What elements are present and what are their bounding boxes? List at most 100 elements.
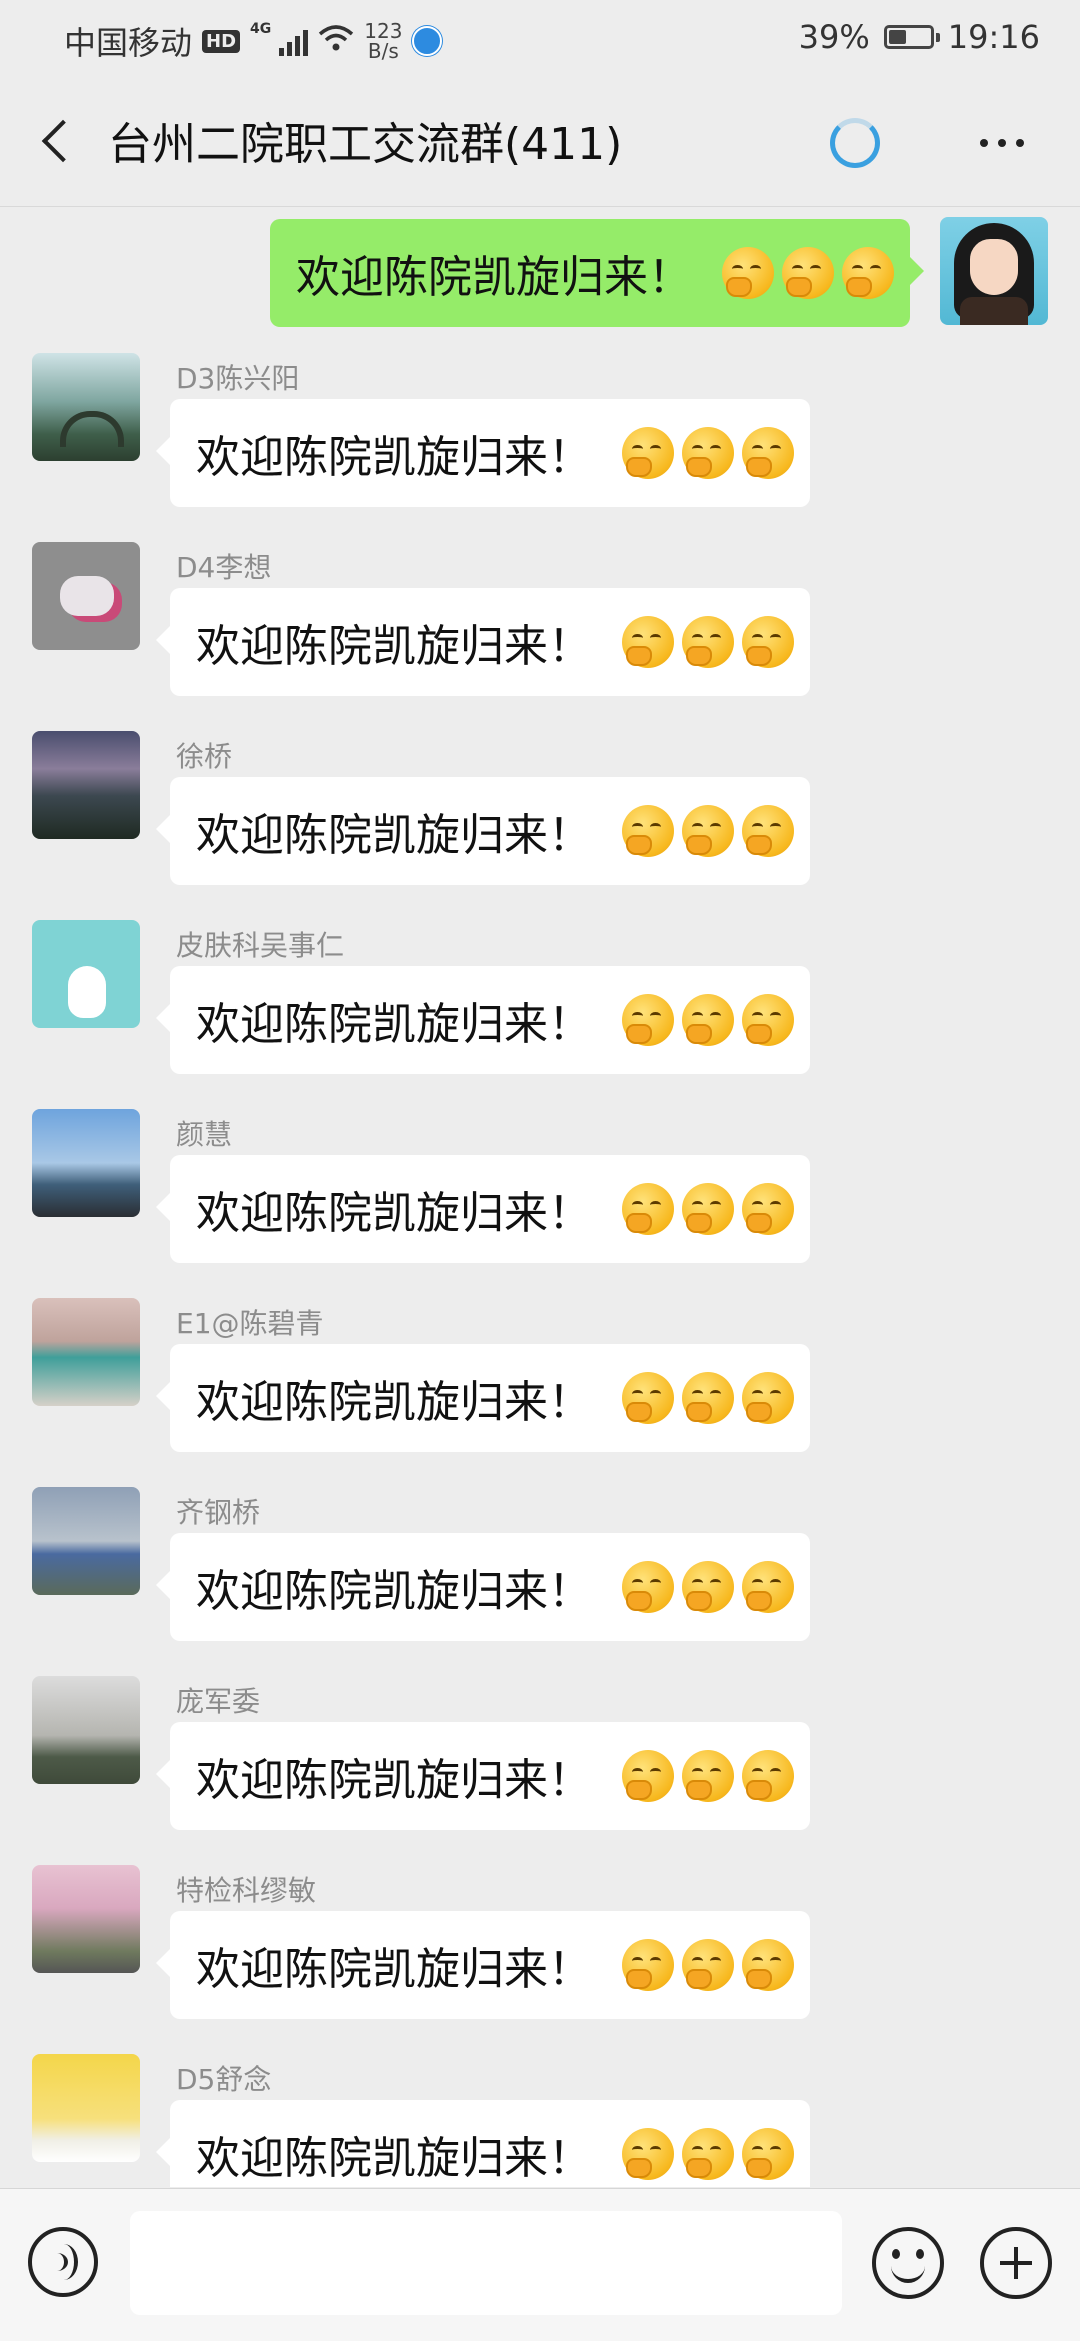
sender-name: 特检科缪敏 (176, 1874, 317, 1907)
sender-name: D5舒念 (176, 2063, 272, 2096)
incoming-message-bubble[interactable]: 欢迎陈院凯旋归来！ (156, 777, 810, 885)
sender-avatar[interactable] (32, 2054, 140, 2162)
incoming-message-bubble[interactable]: 欢迎陈院凯旋归来！ (156, 2100, 810, 2187)
battery-fill (888, 30, 906, 44)
sender-avatar[interactable] (32, 1487, 140, 1595)
message-text: 欢迎陈院凯旋归来！ (196, 1755, 592, 1806)
yawning-face-emoji-icon (682, 805, 734, 857)
sender-name: 齐钢桥 (176, 1496, 261, 1529)
emoji-group (622, 1939, 794, 1991)
message-text: 欢迎陈院凯旋归来！ (196, 621, 592, 672)
sender-avatar[interactable] (32, 1865, 140, 1973)
sender-name: 皮肤科吴事仁 (176, 929, 345, 962)
message-text: 欢迎陈院凯旋归来！ (196, 2133, 592, 2184)
battery-percent: 39% (798, 18, 870, 56)
yawning-face-emoji-icon (622, 616, 674, 668)
emoji-group (722, 247, 894, 299)
sender-avatar[interactable] (32, 920, 140, 1028)
yawning-face-emoji-icon (622, 805, 674, 857)
chat-header: 台州二院职工交流群(411) (0, 78, 1080, 207)
yawning-face-emoji-icon (682, 616, 734, 668)
outgoing-message-bubble[interactable]: 欢迎陈院凯旋归来！ (270, 219, 924, 327)
network-type-label: 4G (250, 21, 272, 37)
yawning-face-emoji-icon (682, 1183, 734, 1235)
yawning-face-emoji-icon (622, 427, 674, 479)
sender-avatar[interactable] (32, 1676, 140, 1784)
message-text: 欢迎陈院凯旋归来！ (196, 1188, 592, 1239)
input-bar (0, 2188, 1080, 2341)
yawning-face-emoji-icon (742, 805, 794, 857)
my-avatar[interactable] (940, 217, 1048, 325)
back-button[interactable] (30, 112, 90, 172)
wifi-icon (318, 22, 354, 60)
chat-title[interactable]: 台州二院职工交流群(411) (108, 108, 622, 172)
incoming-message-bubble[interactable]: 欢迎陈院凯旋归来！ (156, 399, 810, 507)
yawning-face-emoji-icon (742, 1939, 794, 1991)
sender-avatar[interactable] (32, 542, 140, 650)
incoming-message-bubble[interactable]: 欢迎陈院凯旋归来！ (156, 1533, 810, 1641)
yawning-face-emoji-icon (682, 1939, 734, 1991)
network-speed-unit: B/s (367, 39, 399, 63)
message-text: 欢迎陈院凯旋归来！ (296, 252, 692, 303)
voice-input-button[interactable] (28, 2227, 98, 2297)
emoji-group (622, 1561, 794, 1613)
yawning-face-emoji-icon (622, 2128, 674, 2180)
emoji-group (622, 1183, 794, 1235)
sender-avatar[interactable] (32, 353, 140, 461)
sender-name: D3陈兴阳 (176, 362, 300, 395)
sender-avatar[interactable] (32, 1298, 140, 1406)
status-left: 中国移动 HD 4G 123 B/s (64, 18, 443, 64)
signal-strength-icon (279, 26, 309, 56)
clock-time: 19:16 (947, 18, 1040, 56)
incoming-message-bubble[interactable]: 欢迎陈院凯旋归来！ (156, 1155, 810, 1263)
loading-spinner-icon (830, 118, 880, 168)
yawning-face-emoji-icon (782, 247, 834, 299)
yawning-face-emoji-icon (742, 2128, 794, 2180)
yawning-face-emoji-icon (742, 1561, 794, 1613)
emoji-button[interactable] (872, 2227, 944, 2299)
message-text: 欢迎陈院凯旋归来！ (196, 1377, 592, 1428)
sender-avatar[interactable] (32, 731, 140, 839)
sender-name: E1@陈碧青 (176, 1307, 324, 1340)
network-speed: 123 B/s (364, 21, 402, 61)
message-list[interactable]: 欢迎陈院凯旋归来！ D3陈兴阳 欢迎陈院凯旋归来！ D4李想 欢迎陈院凯旋归来！… (0, 207, 1080, 2187)
sender-avatar[interactable] (32, 1109, 140, 1217)
yawning-face-emoji-icon (682, 2128, 734, 2180)
emoji-group (622, 1372, 794, 1424)
battery-icon (883, 25, 940, 49)
message-text: 欢迎陈院凯旋归来！ (196, 1944, 592, 1995)
yawning-face-emoji-icon (682, 994, 734, 1046)
message-text: 欢迎陈院凯旋归来！ (196, 810, 592, 861)
network-speed-value: 123 (364, 19, 403, 43)
emoji-group (622, 2128, 794, 2180)
yawning-face-emoji-icon (682, 427, 734, 479)
emoji-group (622, 805, 794, 857)
yawning-face-emoji-icon (622, 1750, 674, 1802)
status-right: 39% 19:16 (799, 18, 1040, 56)
incoming-message-bubble[interactable]: 欢迎陈院凯旋归来！ (156, 1911, 810, 2019)
more-options-button[interactable] (972, 128, 1032, 158)
yawning-face-emoji-icon (842, 247, 894, 299)
yawning-face-emoji-icon (682, 1372, 734, 1424)
yawning-face-emoji-icon (622, 1372, 674, 1424)
message-text: 欢迎陈院凯旋归来！ (196, 1566, 592, 1617)
yawning-face-emoji-icon (742, 1183, 794, 1235)
carrier-name: 中国移动 (64, 24, 193, 62)
incoming-message-bubble[interactable]: 欢迎陈院凯旋归来！ (156, 1722, 810, 1830)
yawning-face-emoji-icon (742, 616, 794, 668)
incoming-message-bubble[interactable]: 欢迎陈院凯旋归来！ (156, 588, 810, 696)
sender-name: 颜慧 (176, 1118, 233, 1151)
yawning-face-emoji-icon (742, 994, 794, 1046)
yawning-face-emoji-icon (742, 1750, 794, 1802)
incoming-message-bubble[interactable]: 欢迎陈院凯旋归来！ (156, 1344, 810, 1452)
browser-globe-icon (412, 26, 443, 56)
message-input[interactable] (130, 2211, 842, 2315)
incoming-message-bubble[interactable]: 欢迎陈院凯旋归来！ (156, 966, 810, 1074)
emoji-group (622, 994, 794, 1046)
message-text: 欢迎陈院凯旋归来！ (196, 999, 592, 1050)
yawning-face-emoji-icon (722, 247, 774, 299)
yawning-face-emoji-icon (682, 1561, 734, 1613)
yawning-face-emoji-icon (622, 994, 674, 1046)
yawning-face-emoji-icon (622, 1939, 674, 1991)
more-actions-button[interactable] (980, 2227, 1052, 2299)
